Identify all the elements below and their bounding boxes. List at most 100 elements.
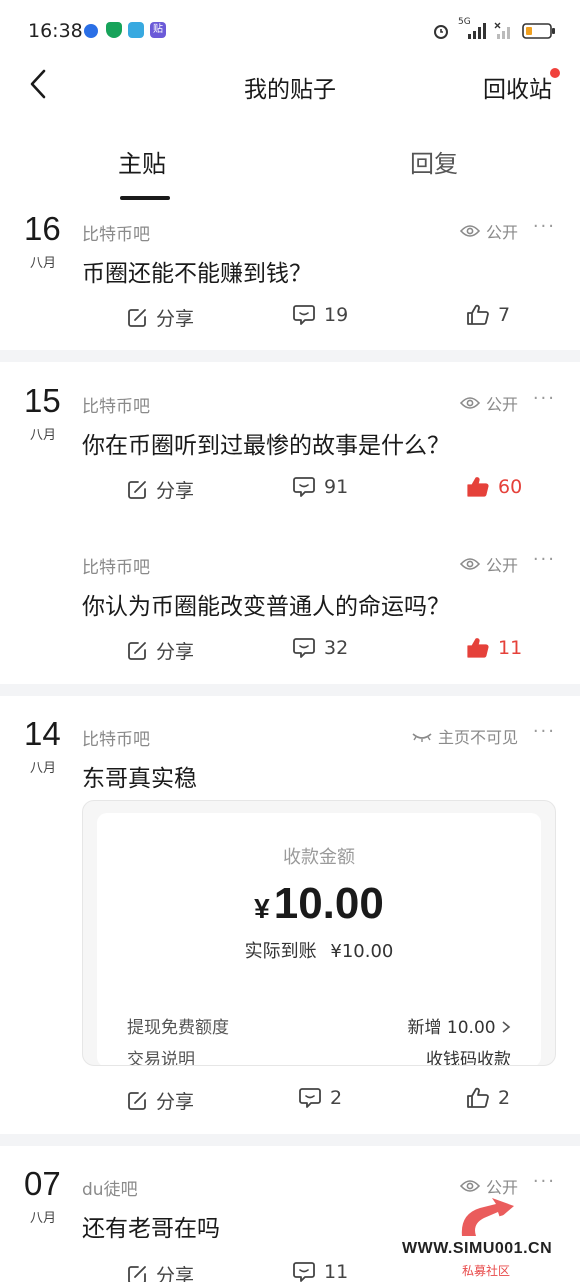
post-actions: 分享 32 11 xyxy=(0,637,580,671)
post-date-month: 八月 xyxy=(30,256,57,271)
post-forum[interactable]: 比特币吧 xyxy=(82,725,150,750)
eye-icon xyxy=(459,225,480,237)
post-actions: 分享 91 60 xyxy=(0,476,580,510)
share-button[interactable]: 分享 xyxy=(126,304,194,331)
battery-icon xyxy=(522,23,555,39)
watermark-site: WWW.SIMU001.CN xyxy=(402,1240,553,1257)
post-item[interactable]: 16 八月 比特币吧 公开 ··· 币圈还能不能赚到钱？ 分享 19 7 xyxy=(0,210,580,340)
post-visibility: 公开 xyxy=(459,219,518,243)
comment-button[interactable]: 2 xyxy=(298,1087,342,1109)
receipt-row-quota: 提现免费额度 新增 10.00 xyxy=(127,1013,511,1038)
more-options-icon[interactable]: ··· xyxy=(533,216,556,237)
received-label: 实际到账 xyxy=(244,941,317,962)
post-visibility: 公开 xyxy=(459,1174,518,1198)
more-options-icon[interactable]: ··· xyxy=(533,549,556,570)
more-options-icon[interactable]: ··· xyxy=(533,721,556,742)
eye-icon xyxy=(459,558,480,570)
post-item[interactable]: 比特币吧 公开 ··· 你认为币圈能改变普通人的命运吗？ 分享 32 11 xyxy=(0,543,580,673)
like-count: 60 xyxy=(498,476,523,498)
comment-count: 19 xyxy=(324,304,349,326)
like-count: 7 xyxy=(498,304,511,326)
thumbs-up-icon xyxy=(467,1087,489,1108)
active-tab-indicator xyxy=(120,196,170,200)
post-forum[interactable]: 比特币吧 xyxy=(82,392,150,417)
post-forum[interactable]: 比特币吧 xyxy=(82,553,150,578)
share-icon xyxy=(128,641,146,660)
section-divider xyxy=(0,684,580,696)
chevron-right-icon xyxy=(502,1021,511,1033)
book-icon xyxy=(128,22,144,38)
post-date-month: 八月 xyxy=(30,428,57,443)
comment-button[interactable]: 19 xyxy=(292,304,348,326)
post-image-receipt[interactable]: 收款金额 ¥10.00 实际到账 ¥10.00 提现免费额度 新增 10.00 … xyxy=(82,800,556,1066)
tab-main-posts[interactable]: 主贴 xyxy=(118,144,166,179)
receipt-row-desc: 交易说明 收钱码收款 xyxy=(127,1045,511,1066)
post-visibility: 公开 xyxy=(459,391,518,415)
post-item[interactable]: 15 八月 比特币吧 公开 ··· 你在币圈听到过最惨的故事是什么？ 分享 91… xyxy=(0,382,580,512)
post-title[interactable]: 你认为币圈能改变普通人的命运吗？ xyxy=(82,587,450,621)
comment-icon xyxy=(293,638,315,658)
thumbs-up-icon xyxy=(467,304,489,325)
post-date-day: 15 xyxy=(24,382,61,419)
row-label: 提现免费额度 xyxy=(127,1018,229,1038)
comment-count: 2 xyxy=(330,1087,343,1109)
thumbs-up-filled-icon xyxy=(467,638,489,658)
share-button[interactable]: 分享 xyxy=(126,1087,194,1114)
more-options-icon[interactable]: ··· xyxy=(533,1171,556,1192)
comment-count: 91 xyxy=(324,476,349,498)
post-date-month: 八月 xyxy=(30,1211,57,1226)
receipt-header: 收款金额 xyxy=(283,847,355,868)
eye-icon xyxy=(459,397,480,409)
post-forum[interactable]: du徒吧 xyxy=(82,1175,138,1200)
status-time: 16:38 xyxy=(28,20,83,42)
visibility-label: 公开 xyxy=(485,1178,518,1197)
post-date-day: 16 xyxy=(24,210,61,247)
watermark-logo xyxy=(461,1198,514,1237)
share-label: 分享 xyxy=(156,308,195,330)
post-forum[interactable]: 比特币吧 xyxy=(82,220,150,245)
comment-button[interactable]: 11 xyxy=(292,1261,348,1282)
comment-icon xyxy=(293,305,315,325)
like-button[interactable]: 11 xyxy=(466,637,522,659)
share-label: 分享 xyxy=(156,1265,195,1282)
post-title[interactable]: 币圈还能不能赚到钱？ xyxy=(82,254,312,288)
share-icon xyxy=(128,1091,146,1110)
signal-5g-icon: 5G xyxy=(458,17,486,41)
status-right-group: 5G xyxy=(432,17,556,44)
post-actions: 分享 2 2 xyxy=(0,1087,580,1121)
post-tabs: 主贴 回复 xyxy=(0,130,580,202)
row-value: 收钱码收款 xyxy=(426,1050,511,1066)
share-button[interactable]: 分享 xyxy=(126,476,194,503)
like-button[interactable]: 60 xyxy=(466,476,522,498)
share-button[interactable]: 分享 xyxy=(126,637,194,664)
row-value-text: 新增 10.00 xyxy=(407,1018,496,1038)
top-navbar: 我的贴子 回收站 xyxy=(0,56,580,112)
row-value: 新增 10.00 xyxy=(408,1013,511,1038)
post-title[interactable]: 还有老哥在吗 xyxy=(82,1209,220,1243)
share-icon xyxy=(128,480,146,499)
like-button[interactable]: 2 xyxy=(466,1087,510,1109)
comment-button[interactable]: 32 xyxy=(292,637,348,659)
section-divider xyxy=(0,1134,580,1146)
eye-icon xyxy=(459,1180,480,1192)
recycle-bin-link[interactable]: 回收站 xyxy=(483,70,552,104)
post-date-month: 八月 xyxy=(30,761,57,776)
thumbs-up-filled-icon xyxy=(467,477,489,497)
comment-count: 11 xyxy=(324,1261,349,1282)
post-title[interactable]: 东哥真实稳 xyxy=(82,759,197,793)
share-icon xyxy=(128,1265,146,1282)
comment-button[interactable]: 91 xyxy=(292,476,348,498)
currency-symbol: ¥ xyxy=(254,893,270,924)
visibility-label: 公开 xyxy=(485,556,518,575)
received-value: ¥10.00 xyxy=(330,941,394,962)
more-options-icon[interactable]: ··· xyxy=(533,388,556,409)
share-icon xyxy=(128,308,146,327)
status-bar: 16:38 贴 5G xyxy=(0,0,580,64)
post-date-day: 07 xyxy=(24,1165,61,1202)
like-button[interactable]: 7 xyxy=(466,304,510,326)
post-title[interactable]: 你在币圈听到过最惨的故事是什么？ xyxy=(82,426,450,460)
receipt-panel: 收款金额 ¥10.00 实际到账 ¥10.00 提现免费额度 新增 10.00 … xyxy=(97,813,541,1066)
comment-count: 32 xyxy=(324,637,349,659)
share-button[interactable]: 分享 xyxy=(126,1261,194,1282)
tab-replies[interactable]: 回复 xyxy=(410,144,458,179)
